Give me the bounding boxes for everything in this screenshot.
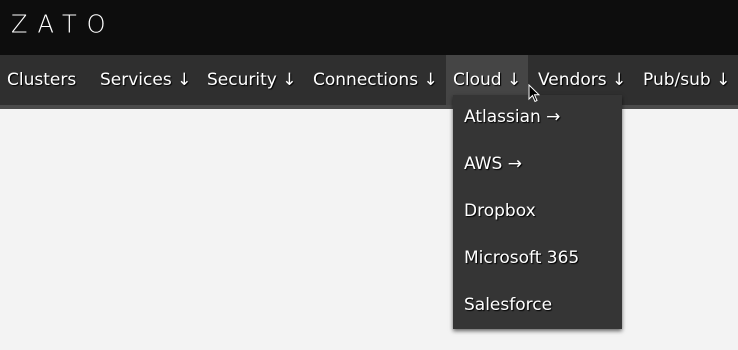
nav-item-connections[interactable]: Connections ↓ xyxy=(313,55,438,105)
mouse-pointer-icon xyxy=(528,84,540,103)
menu-item-atlassian[interactable]: Atlassian → xyxy=(464,102,560,132)
nav-item-pubsub[interactable]: Pub/sub ↓ xyxy=(643,55,730,105)
cloud-dropdown-menu: Atlassian → AWS → Dropbox Microsoft 365 … xyxy=(453,95,622,329)
zato-logo[interactable]: ZATO xyxy=(11,10,116,37)
menu-item-salesforce[interactable]: Salesforce xyxy=(464,290,552,320)
main-nav: Clusters Services ↓ Security ↓ Connectio… xyxy=(0,55,738,109)
menu-item-microsoft-365[interactable]: Microsoft 365 xyxy=(464,243,579,273)
top-header: ZATO xyxy=(0,0,738,55)
menu-item-aws[interactable]: AWS → xyxy=(464,149,522,179)
nav-item-services[interactable]: Services ↓ xyxy=(100,55,191,105)
nav-item-security[interactable]: Security ↓ xyxy=(207,55,296,105)
menu-item-dropbox[interactable]: Dropbox xyxy=(464,196,536,226)
nav-item-clusters[interactable]: Clusters xyxy=(7,55,76,105)
